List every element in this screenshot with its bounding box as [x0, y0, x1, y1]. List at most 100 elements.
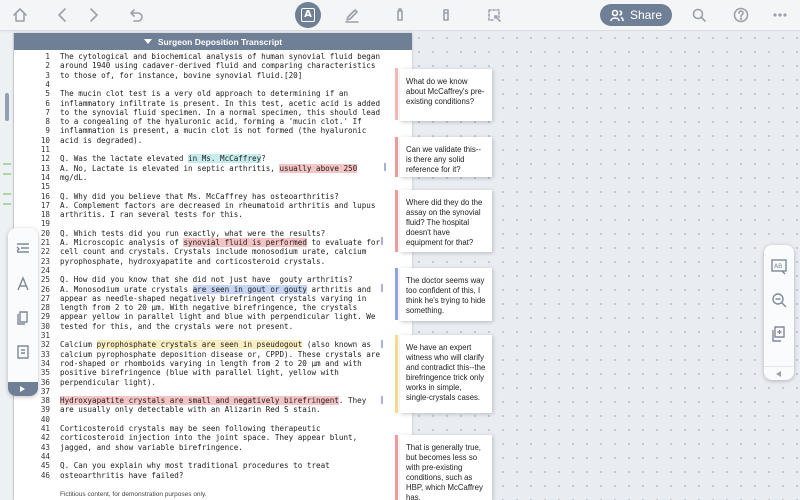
- line-text: osteoarthritis have failed?: [60, 470, 184, 480]
- comment-note[interactable]: That is generally true, but becomes less…: [400, 435, 492, 500]
- line-text: to those of, for instance, bovine synovi…: [60, 70, 303, 80]
- transcript-line: 23 pyrophosphate, hydroxyapatite and cort…: [14, 257, 325, 267]
- change-bar: [381, 237, 383, 245]
- documents-icon[interactable]: [15, 310, 31, 326]
- back-arrow-icon[interactable]: [51, 4, 75, 26]
- transcript-panel: Surgeon Deposition Transcript 1 The cytol…: [14, 33, 412, 500]
- line-text: Q. How did you know that she did not jus…: [60, 275, 353, 285]
- line-text: The mucin clot test is a very old approa…: [60, 89, 349, 99]
- page-tick: [3, 163, 11, 165]
- marker-icon[interactable]: [434, 4, 458, 26]
- lasso-icon[interactable]: [482, 4, 506, 26]
- line-text: tested for this, and the crystals were n…: [60, 321, 294, 331]
- comment-marker: [395, 190, 398, 252]
- line-text: perpendicular light).: [60, 377, 157, 387]
- line-text: are usually only detectable with an Aliz…: [60, 405, 321, 415]
- comment-note[interactable]: The doctor seems way too confident of th…: [400, 268, 492, 321]
- text-box-icon[interactable]: AB: [770, 257, 788, 275]
- comment-marker: [395, 435, 398, 500]
- comment-note[interactable]: Where did they do the assay on the synov…: [400, 190, 492, 252]
- expand-arrow-icon: [20, 386, 25, 392]
- change-bar: [384, 163, 386, 171]
- transcript-header[interactable]: Surgeon Deposition Transcript: [14, 33, 412, 50]
- list-format-icon[interactable]: [15, 240, 31, 256]
- share-people-icon: [610, 9, 624, 22]
- page-tick: [3, 173, 11, 175]
- top-toolbar: A Share: [0, 0, 800, 31]
- footer-note: Fictitious content, for demonstration pu…: [60, 491, 207, 498]
- scrollbar-thumb[interactable]: [5, 93, 9, 121]
- collapse-arrow-icon: [776, 371, 781, 377]
- line-text: rod-shaped or rhomboids varying in lengt…: [60, 358, 362, 368]
- comment-marker: [395, 268, 398, 320]
- line-number: 46: [40, 470, 50, 480]
- line-text: around 1940 using cadaver-derived fluid …: [60, 61, 376, 71]
- palette-expand-button[interactable]: [8, 382, 38, 396]
- transcript-title: Surgeon Deposition Transcript: [157, 36, 283, 47]
- line-text: A. No, Lactate is elevated in septic art…: [60, 163, 280, 173]
- bookmark-doc-icon[interactable]: [15, 344, 31, 360]
- line-text: Q. Can you explain why most traditional …: [60, 461, 330, 471]
- share-button[interactable]: Share: [600, 4, 672, 26]
- line-text: The cytological and biochemical analysis…: [60, 52, 381, 61]
- line-text: to a congealing of the hyaluronic acid, …: [60, 117, 362, 127]
- line-text: A. Monosodium urate crystals: [60, 284, 193, 294]
- transcript-body[interactable]: 1 The cytological and biochemical analysi…: [14, 50, 412, 500]
- zoom-out-icon[interactable]: [770, 291, 788, 309]
- more-icon[interactable]: [768, 4, 792, 26]
- line-text: pyrophosphate, hydroxyapatite and cortic…: [60, 256, 326, 266]
- page-tick: [3, 193, 11, 195]
- undo-icon[interactable]: [124, 4, 148, 26]
- highlight-blue[interactable]: are seen in gout or gouty: [192, 284, 307, 294]
- home-icon[interactable]: [8, 4, 32, 26]
- comment-marker: [395, 137, 398, 177]
- comment-note[interactable]: What do we know about McCaffrey's pre-ex…: [400, 69, 492, 121]
- line-text: A. Microscopic analysis of: [60, 238, 184, 247]
- line-text: jagged, and show variable birefringence.: [60, 442, 243, 452]
- comment-note[interactable]: We have an expert witness who will clari…: [400, 335, 492, 413]
- search-icon[interactable]: [687, 4, 711, 26]
- line-text: length from 2 to 20 μm. With negative bi…: [60, 303, 358, 313]
- palette-collapse-button[interactable]: [764, 366, 794, 380]
- line-text: Calcium: [60, 340, 97, 350]
- left-tool-palette: [8, 228, 38, 396]
- line-text: acid is degraded).: [60, 135, 143, 145]
- line-text: Q. Was the lactate elevated: [60, 154, 189, 164]
- forward-arrow-icon[interactable]: [81, 4, 105, 26]
- change-bar: [381, 396, 383, 404]
- line-text: Corticosteroid crystals may be seen foll…: [60, 424, 321, 433]
- page-tick: [3, 203, 11, 205]
- highlight-yellow[interactable]: pyrophosphate crystals are seen in pseud…: [96, 340, 303, 350]
- line-text: ?: [261, 154, 266, 164]
- line-text: corticosteroid injection into the joint …: [60, 433, 358, 443]
- line-text: A. Complement factors are decreased in r…: [60, 200, 376, 210]
- comment-note[interactable]: Can we validate this--is there any solid…: [400, 137, 492, 177]
- highlighter-icon[interactable]: [388, 4, 412, 26]
- highlight-teal[interactable]: in Ms. McCaffrey: [188, 154, 262, 164]
- highlight-red[interactable]: usually above 250: [279, 163, 358, 173]
- add-page-icon[interactable]: [770, 325, 788, 343]
- pen-icon[interactable]: [340, 4, 364, 26]
- comment-marker: [395, 68, 398, 120]
- svg-text:AB: AB: [774, 263, 782, 270]
- right-tool-palette: AB: [764, 245, 794, 380]
- line-text: appear as needle-shaped negatively biref…: [60, 293, 367, 303]
- line-text: . They: [338, 396, 367, 406]
- line-text: inflammation is present, a mucin clot is…: [60, 126, 367, 136]
- highlight-red[interactable]: Hydroxyapatite crystals are small and ne…: [60, 396, 339, 406]
- line-text: Q. Which tests did you run exactly, what…: [60, 228, 326, 238]
- change-bar: [381, 340, 383, 348]
- line-text: arthritis and: [306, 284, 371, 294]
- line-text: (also known as: [302, 340, 371, 350]
- line-text: Q. Why did you believe that Ms. McCaffre…: [60, 191, 339, 201]
- help-icon[interactable]: [729, 4, 753, 26]
- text-tool-icon[interactable]: A: [295, 2, 321, 28]
- line-text: arthritis. I ran several tests for this.: [60, 210, 243, 220]
- font-icon[interactable]: [15, 276, 31, 292]
- highlight-red[interactable]: synovial fluid is performed: [183, 238, 307, 247]
- line-text: mg/dL.: [60, 172, 88, 182]
- transcript-line: 46 osteoarthritis have failed?: [14, 470, 184, 481]
- change-bar: [381, 284, 383, 292]
- line-text: cell count and crystals. Crystals includ…: [60, 247, 367, 257]
- comment-marker: [395, 335, 398, 413]
